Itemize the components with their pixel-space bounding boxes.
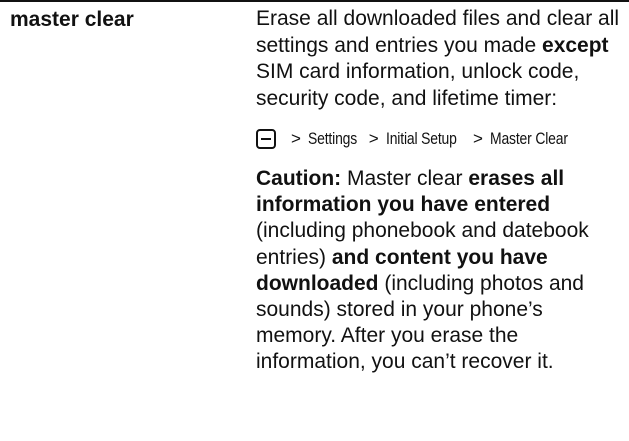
description-paragraph: Erase all downloaded files and clear all… [256,6,628,112]
manual-page: master clear Erase all downloaded files … [0,0,629,441]
description-emphasis-except: except [542,33,609,57]
caution-label: Caution: [256,167,342,190]
feature-description: Erase all downloaded files and clear all… [256,6,628,376]
caution-text-1: Master clear [341,167,469,190]
menu-path-separator: > [472,129,483,148]
caution-paragraph: Caution: Master clear erases all informa… [256,166,628,376]
feature-term: master clear [10,8,134,31]
menu-path-item-initial-setup: Initial Setup [385,129,457,148]
table-top-rule [0,0,629,2]
menu-key-icon [256,129,276,149]
menu-path: > Settings > Initial Setup > Master Clea… [256,124,628,154]
menu-path-item-master-clear: Master Clear [489,129,568,148]
menu-path-separator: > [291,129,301,148]
menu-path-separator: > [368,129,379,148]
menu-path-item-settings: Settings [307,129,357,148]
description-text-2: SIM card information, unlock code, secur… [256,60,580,110]
